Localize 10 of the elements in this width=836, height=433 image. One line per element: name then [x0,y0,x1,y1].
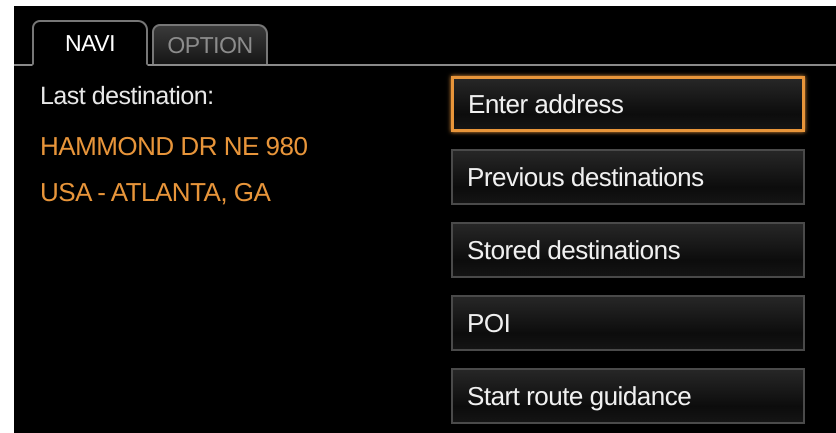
menu-button[interactable]: Start route guidance [451,368,805,424]
destination-address: HAMMOND DR NE 980 [40,130,308,163]
menu-button[interactable]: Previous destinations [451,149,805,205]
menu-button[interactable]: Enter address [451,76,805,132]
tab[interactable]: NAVI [32,20,148,66]
last-destination-label: Last destination: [40,82,215,111]
menu-button[interactable]: Stored destinations [451,222,805,278]
destination-address: USA - ATLANTA, GA [40,176,272,209]
tab[interactable]: OPTION [152,24,268,64]
menu-button[interactable]: POI [451,295,805,351]
